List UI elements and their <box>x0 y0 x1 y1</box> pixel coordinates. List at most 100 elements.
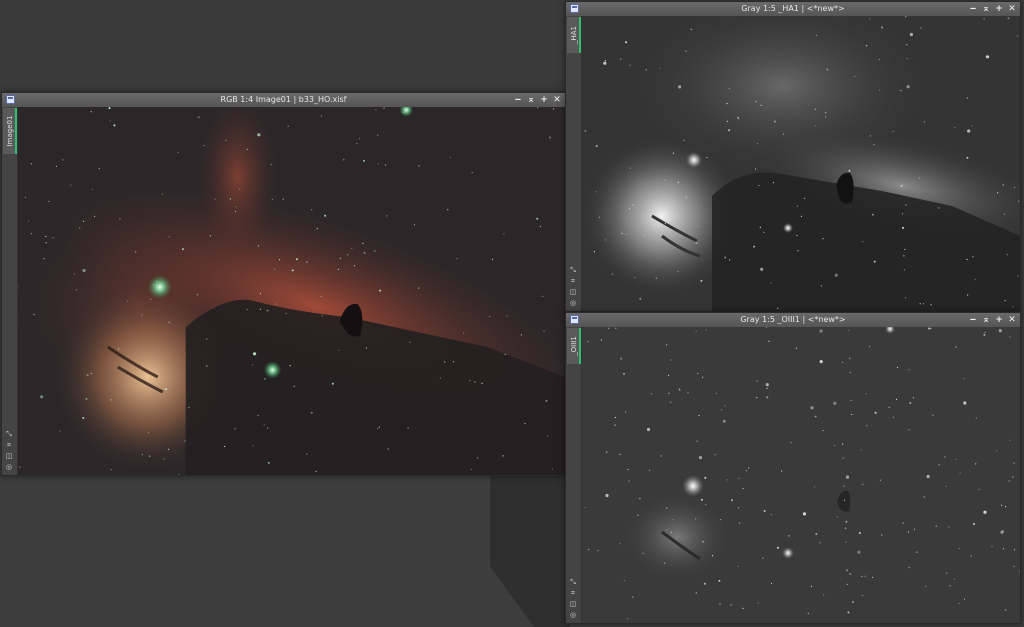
star <box>1009 439 1011 441</box>
star <box>819 360 823 364</box>
star <box>902 522 904 524</box>
star <box>704 476 707 479</box>
star <box>627 618 629 620</box>
star <box>206 365 208 367</box>
star <box>804 197 806 199</box>
close-icon[interactable]: ✕ <box>553 95 561 105</box>
shade-icon[interactable]: ⌅ <box>982 315 990 325</box>
star <box>524 423 526 425</box>
star <box>552 108 555 110</box>
star <box>452 361 455 363</box>
window-titlebar[interactable]: Gray 1:5 _HA1 | <*new*> ‒ ⌅ + ✕ <box>566 2 1020 16</box>
close-icon[interactable]: ✕ <box>1008 315 1016 325</box>
image-window-ha[interactable]: Gray 1:5 _HA1 | <*new*> ‒ ⌅ + ✕ _HA1 ⤡ ⌗… <box>565 1 1021 312</box>
star <box>873 144 875 146</box>
star <box>902 226 904 229</box>
star <box>229 198 231 200</box>
readout-icon[interactable]: ◫ <box>5 453 13 460</box>
settings-icon[interactable]: ◎ <box>569 612 577 619</box>
image-view-ha[interactable] <box>582 16 1020 311</box>
maximize-icon[interactable]: + <box>995 4 1003 14</box>
image-view-oiii[interactable] <box>582 327 1020 623</box>
settings-icon[interactable]: ◎ <box>5 464 13 471</box>
star <box>1012 306 1014 308</box>
star <box>234 428 236 430</box>
readout-icon[interactable]: ◫ <box>569 601 577 608</box>
star <box>257 245 260 247</box>
star <box>1017 275 1019 277</box>
zoom-icon[interactable]: ⤡ <box>569 267 577 274</box>
minimize-icon[interactable]: ‒ <box>969 4 977 14</box>
zoom-icon[interactable]: ⤡ <box>5 431 13 438</box>
star <box>664 562 666 564</box>
star <box>715 392 717 394</box>
star <box>285 312 287 314</box>
star <box>1013 549 1016 551</box>
star <box>225 139 227 141</box>
star <box>45 235 47 238</box>
settings-icon[interactable]: ◎ <box>569 300 577 307</box>
star <box>295 258 298 261</box>
star <box>696 440 698 442</box>
star <box>848 329 850 331</box>
star <box>683 139 685 141</box>
readout-icon[interactable]: ◫ <box>569 289 577 296</box>
star <box>677 270 679 272</box>
star <box>918 177 920 179</box>
star <box>337 268 340 270</box>
star <box>700 498 703 501</box>
star <box>347 254 349 256</box>
star <box>320 115 322 117</box>
view-id-tab[interactable]: Image01 <box>3 108 17 154</box>
star <box>930 304 932 306</box>
star <box>469 379 471 382</box>
star <box>634 276 636 278</box>
minimize-icon[interactable]: ‒ <box>514 95 522 105</box>
star <box>664 222 666 224</box>
star <box>781 470 783 472</box>
star <box>824 116 827 118</box>
window-titlebar[interactable]: Gray 1:5 _OIII1 | <*new*> ‒ ⌅ + ✕ <box>566 313 1020 327</box>
window-titlebar[interactable]: RGB 1:4 Image01 | b33_HO.xisf ‒ ⌅ + ✕ <box>2 93 565 107</box>
image-view-rgb[interactable] <box>18 107 565 475</box>
view-id-tab[interactable]: _HA1 <box>567 17 581 53</box>
view-id-tab[interactable]: _OIII1 <box>567 328 581 364</box>
star <box>923 121 926 123</box>
maximize-icon[interactable]: + <box>995 315 1003 325</box>
star <box>444 361 446 363</box>
close-icon[interactable]: ✕ <box>1008 4 1016 14</box>
window-title: Gray 1:5 _HA1 | <*new*> <box>741 4 845 13</box>
pan-icon[interactable]: ⌗ <box>569 590 577 597</box>
star <box>773 120 776 123</box>
view-id-label: Image01 <box>6 115 14 147</box>
minimize-icon[interactable]: ‒ <box>969 315 977 325</box>
star <box>310 411 313 414</box>
star <box>238 188 241 190</box>
star <box>605 493 609 498</box>
star <box>724 405 726 407</box>
pan-icon[interactable]: ⌗ <box>569 278 577 285</box>
star <box>757 602 759 604</box>
star <box>520 334 522 336</box>
star <box>672 152 675 154</box>
maximize-icon[interactable]: + <box>540 95 548 105</box>
star <box>702 540 705 543</box>
star <box>862 594 864 596</box>
shade-icon[interactable]: ⌅ <box>982 4 990 14</box>
star <box>928 327 930 330</box>
pan-icon[interactable]: ⌗ <box>5 442 13 449</box>
star <box>659 67 661 69</box>
star <box>695 330 697 332</box>
star <box>536 217 539 220</box>
star <box>766 396 769 399</box>
zoom-icon[interactable]: ⤡ <box>569 579 577 586</box>
star <box>52 237 54 239</box>
star <box>905 16 907 18</box>
star <box>697 225 699 227</box>
image-window-rgb[interactable]: RGB 1:4 Image01 | b33_HO.xisf ‒ ⌅ + ✕ Im… <box>1 92 566 476</box>
star <box>1007 17 1010 20</box>
star <box>913 528 916 530</box>
star <box>603 61 607 65</box>
image-window-oiii[interactable]: Gray 1:5 _OIII1 | <*new*> ‒ ⌅ + ✕ _OIII1… <box>565 312 1021 624</box>
shade-icon[interactable]: ⌅ <box>527 95 535 105</box>
